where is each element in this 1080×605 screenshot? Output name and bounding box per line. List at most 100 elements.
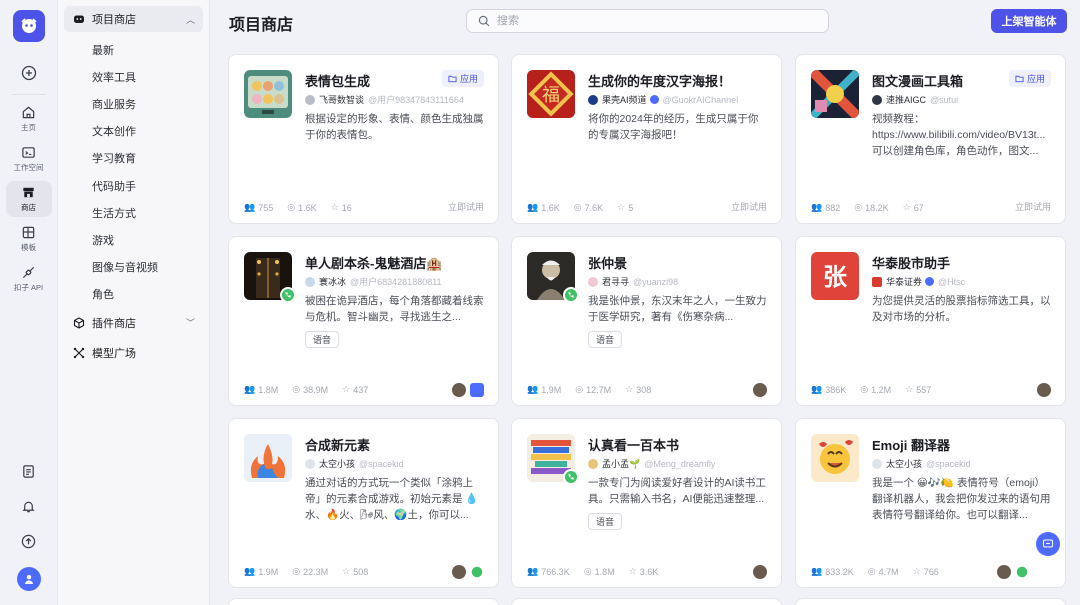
author-avatar bbox=[305, 94, 315, 105]
author-avatar bbox=[872, 458, 882, 469]
publish-agent-button[interactable]: 上架智能体 bbox=[991, 9, 1067, 33]
chat-icon: ◎ bbox=[575, 384, 584, 394]
stat-users: 👥 1.8M bbox=[244, 384, 279, 395]
sidebar-group-plugin-store[interactable]: 插件商店 ﹀ bbox=[64, 310, 203, 336]
wechat-icon[interactable] bbox=[471, 566, 483, 578]
sidebar-group-label: 项目商店 bbox=[92, 14, 136, 26]
agent-stats: 👥 1.9M ◎ 12.7M ☆ 308 bbox=[527, 384, 651, 395]
agent-author: 太空小孩 @spacekid bbox=[305, 457, 404, 470]
sidebar-group-label: 插件商店 bbox=[92, 317, 136, 330]
agent-card[interactable]: 图文漫画工具箱 应用 速推AIGC @sutui 视频教程：https://ww… bbox=[795, 54, 1066, 224]
agent-card[interactable]: 认真看一百本书 孟小孟🌱 @Meng_dreamfly 一款专门为阅读爱好者设计… bbox=[511, 418, 782, 588]
stat-stars: ☆ 766 bbox=[912, 566, 939, 577]
chat-icon: ◎ bbox=[292, 566, 301, 576]
sidebar-group-model-square[interactable]: 模型广场 bbox=[64, 340, 203, 366]
rail-item-workspace[interactable]: 工作空间 bbox=[6, 141, 52, 177]
sidebar-item-writing[interactable]: 文本创作 bbox=[64, 118, 203, 145]
stat-stars: ☆ 437 bbox=[342, 384, 369, 395]
creator-avatar bbox=[452, 565, 466, 579]
stat-stars: ☆ 308 bbox=[625, 384, 652, 395]
agent-card[interactable]: Emoji 翻译器 太空小孩 @spacekid 我是一个 😀🎶🍋 表情符号（e… bbox=[795, 418, 1066, 588]
creator-avatar bbox=[997, 565, 1011, 579]
top-bar: 项目商店 上架智能体 bbox=[210, 0, 1080, 42]
rail-item-templates[interactable]: 模板 bbox=[6, 221, 52, 257]
users-icon: 👥 bbox=[811, 384, 823, 394]
agent-description: 将你的2024年的经历，生成只属于你的专属汉字海报吧！ bbox=[588, 113, 759, 141]
stat-users: 👥 386K bbox=[811, 384, 847, 395]
rail-label: 工作空间 bbox=[13, 163, 44, 172]
star-icon: ☆ bbox=[617, 202, 626, 212]
agent-thumbnail: 张 bbox=[811, 252, 859, 300]
phone-icon bbox=[568, 474, 574, 480]
sidebar-item-characters[interactable]: 角色 bbox=[64, 281, 203, 308]
agent-stats: 👥 882 ◎ 18.2K ☆ 67 bbox=[811, 202, 924, 213]
feedback-chat-button[interactable] bbox=[1036, 532, 1060, 556]
stat-chats: ◎ 12.7M bbox=[575, 384, 612, 395]
rail-item-home[interactable]: 主页 bbox=[6, 101, 52, 137]
bell-icon[interactable] bbox=[21, 499, 36, 514]
users-icon: 👥 bbox=[244, 202, 256, 212]
phone-icon bbox=[568, 292, 574, 298]
sidebar-item-latest[interactable]: 最新 bbox=[64, 36, 203, 63]
star-icon: ☆ bbox=[330, 202, 339, 212]
stat-stars: ☆ 3.6K bbox=[628, 566, 659, 577]
app-logo-icon[interactable] bbox=[12, 10, 45, 42]
icon-rail: 主页 工作空间 商店 模板 扣子 API bbox=[0, 0, 58, 605]
creator-avatar bbox=[753, 383, 767, 397]
try-now-link[interactable]: 立即试用 bbox=[448, 200, 484, 213]
agent-card[interactable]: 合成新元素 太空小孩 @spacekid 通过对话的方式玩一个类似「涂鸦上帝」的… bbox=[228, 418, 499, 588]
stat-stars: ☆ 67 bbox=[902, 202, 924, 213]
agent-card[interactable]: 福 生成你的年度汉字海报！ 果壳AI频道 @GuokrAIChannel 将你的… bbox=[511, 54, 782, 224]
sidebar-group-project-store[interactable]: 项目商店 ︿ bbox=[64, 6, 203, 32]
sidebar-item-education[interactable]: 学习教育 bbox=[64, 145, 203, 172]
stat-users: 👥 1.9M bbox=[244, 566, 279, 577]
home-icon bbox=[22, 106, 35, 119]
voice-chip: 语音 bbox=[588, 331, 623, 348]
chat-icon: ◎ bbox=[860, 384, 869, 394]
agent-card[interactable]: 张仲景 君寻寻 @yuanzi98 我是张仲景，东汉末年之人，一生致力于医学研究… bbox=[511, 236, 782, 406]
agent-stats: 👥 833.2K ◎ 4.7M ☆ 766 bbox=[811, 566, 939, 577]
card-peek bbox=[511, 598, 782, 605]
create-button[interactable] bbox=[6, 58, 52, 88]
app-tag: 应用 bbox=[1008, 70, 1051, 87]
chevron-down-icon: ﹀ bbox=[185, 318, 195, 329]
creator-avatar bbox=[452, 383, 466, 397]
sidebar-item-code[interactable]: 代码助手 bbox=[64, 172, 203, 199]
wechat-icon[interactable] bbox=[1016, 566, 1028, 578]
card-actions bbox=[1037, 383, 1051, 397]
sidebar-item-lifestyle[interactable]: 生活方式 bbox=[64, 199, 203, 226]
rail-item-store[interactable]: 商店 bbox=[5, 181, 52, 217]
sidebar-item-media[interactable]: 图像与音视频 bbox=[64, 254, 203, 281]
app-tag: 应用 bbox=[441, 70, 484, 87]
rail-item-api[interactable]: 扣子 API bbox=[6, 261, 52, 297]
user-avatar[interactable] bbox=[16, 567, 41, 591]
stat-users: 👥 1.6K bbox=[527, 202, 560, 213]
stat-chats: ◎ 4.7M bbox=[867, 566, 899, 577]
voice-chip: 语音 bbox=[588, 513, 623, 530]
agent-title: 合成新元素 bbox=[305, 438, 371, 453]
search-input[interactable] bbox=[497, 15, 797, 27]
agent-stats: 👥 1.8M ◎ 38.9M ☆ 437 bbox=[244, 384, 368, 395]
folder-icon bbox=[1015, 75, 1024, 83]
sidebar-item-games[interactable]: 游戏 bbox=[64, 226, 203, 253]
star-icon: ☆ bbox=[905, 384, 914, 394]
upload-icon[interactable] bbox=[21, 534, 36, 549]
try-now-link[interactable]: 立即试用 bbox=[1015, 200, 1051, 213]
layers-icon[interactable] bbox=[470, 383, 484, 397]
search-box[interactable] bbox=[466, 9, 829, 33]
agent-title: 单人剧本杀-鬼魅酒店🏨 bbox=[305, 256, 443, 271]
stat-chats: ◎ 18.2K bbox=[854, 202, 889, 213]
agent-description: 通过对话的方式玩一个类似「涂鸦上帝」的元素合成游戏。初始元素是 💧水、🔥火、🌬风… bbox=[305, 477, 479, 521]
api-icon bbox=[22, 266, 35, 279]
agent-author: 太空小孩 @spacekid bbox=[872, 457, 971, 470]
sidebar-item-productivity[interactable]: 效率工具 bbox=[64, 63, 203, 90]
agent-card[interactable]: 单人剧本杀-鬼魅酒店🏨 寰冰冰 @用户6834281880811 被困在诡异酒店… bbox=[228, 236, 499, 406]
try-now-link[interactable]: 立即试用 bbox=[731, 200, 767, 213]
store-sidebar: 项目商店 ︿ 最新 效率工具 商业服务 文本创作 学习教育 代码助手 生活方式 … bbox=[58, 0, 210, 605]
sidebar-item-business[interactable]: 商业服务 bbox=[64, 90, 203, 117]
document-icon[interactable] bbox=[21, 464, 36, 479]
agent-card[interactable]: 张 华泰股市助手 华泰证券 @Htsc 为您提供灵活的股票指标筛选工具，以及对市… bbox=[795, 236, 1066, 406]
author-avatar bbox=[588, 458, 598, 469]
voice-call-badge bbox=[563, 469, 579, 485]
agent-card[interactable]: 表情包生成 应用 飞哥数智谈 @用户98347843111664 根据设定的形象… bbox=[228, 54, 499, 224]
